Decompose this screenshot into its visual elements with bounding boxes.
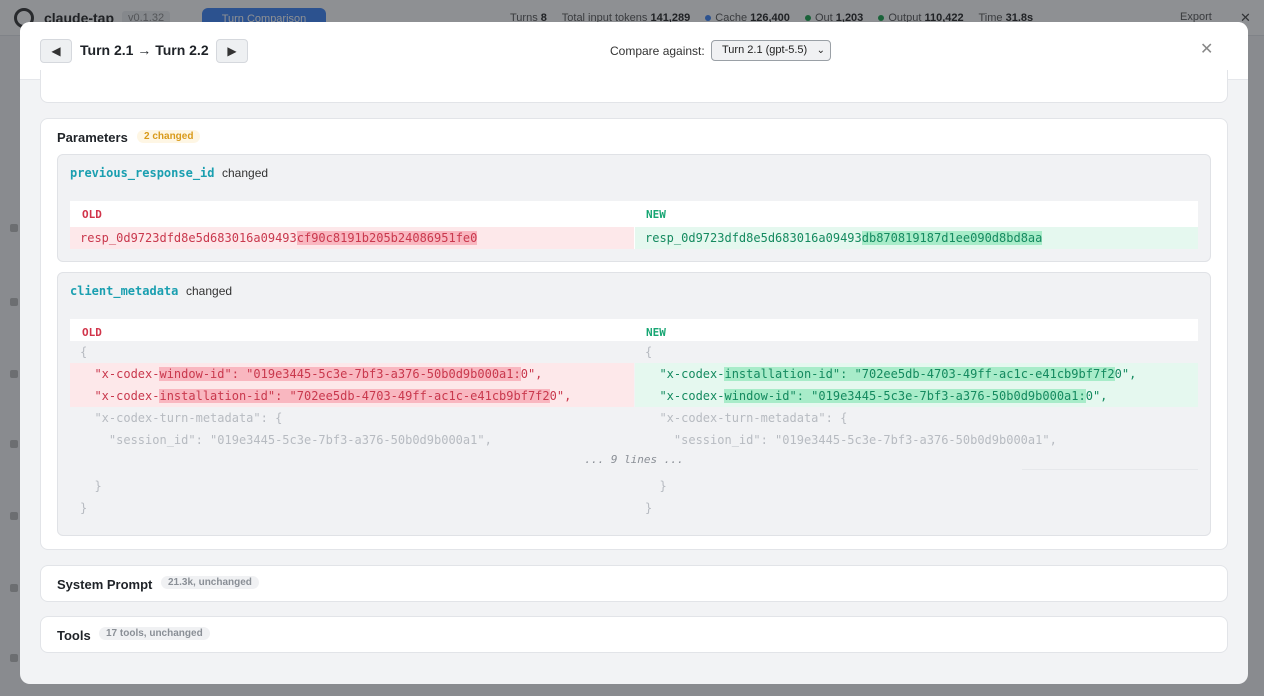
param-status: changed <box>222 166 269 180</box>
new-value-changed: db870819187d1ee090d8bd8aa <box>861 231 1043 245</box>
compare-against-label: Compare against: <box>610 44 705 58</box>
system-prompt-title[interactable]: System Prompt <box>57 577 152 592</box>
tools-badge: 17 tools, unchanged <box>99 627 210 640</box>
new-column-header: NEW <box>646 208 666 221</box>
param-status: changed <box>186 284 233 298</box>
param-name: client_metadata <box>70 284 179 298</box>
tools-title[interactable]: Tools <box>57 628 91 643</box>
close-modal-button[interactable]: ✕ <box>1200 39 1213 59</box>
modal-body[interactable]: Parameters 2 changed previous_response_i… <box>20 70 1248 684</box>
new-column-header: NEW <box>646 326 666 339</box>
diff-table-header: OLD NEW <box>70 319 1198 341</box>
diff-text: 0", <box>520 367 543 381</box>
diff-line-removed: "x-codex-window-id": "019e3445-5c3e-7bf3… <box>70 363 634 385</box>
diff-table: OLD NEW resp_0d9723dfd8e5d683016a09493cf… <box>70 201 1198 249</box>
old-value-prefix: resp_0d9723dfd8e5d683016a09493 <box>80 231 297 245</box>
old-column-header: OLD <box>82 208 102 221</box>
old-column-header: OLD <box>82 326 102 339</box>
diff-line: } <box>645 501 653 515</box>
collapsed-lines-toggle[interactable]: ... 9 lines ... <box>70 453 1198 466</box>
diff-line: "session_id": "019e3445-5c3e-7bf3-a376-5… <box>645 433 1057 447</box>
diff-line: "session_id": "019e3445-5c3e-7bf3-a376-5… <box>80 433 492 447</box>
diff-line: { <box>80 345 88 359</box>
diff-text: "x-codex- <box>645 367 725 381</box>
turn-comparison-title: Turn 2.1 → Turn 2.2 <box>80 42 209 58</box>
diff-text: 0", <box>1085 389 1108 403</box>
divider <box>1022 469 1198 470</box>
next-turn-button[interactable]: ▶ <box>216 39 248 63</box>
diff-line-removed: "x-codex-installation-id": "702ee5db-470… <box>70 385 634 407</box>
diff-highlight: window-id": "019e3445-5c3e-7bf3-a376-50b… <box>159 367 521 381</box>
system-prompt-badge: 21.3k, unchanged <box>161 576 259 589</box>
chevron-down-icon: ⌄ <box>816 45 825 56</box>
previous-turn-button[interactable]: ◀ <box>40 39 72 63</box>
diff-line: "x-codex-turn-metadata": { <box>645 411 848 425</box>
param-client-metadata: client_metadata changed OLD NEW { "x-cod… <box>57 272 1211 536</box>
new-value-prefix: resp_0d9723dfd8e5d683016a09493 <box>645 231 862 245</box>
diff-text: "x-codex- <box>80 367 160 381</box>
new-value: resp_0d9723dfd8e5d683016a09493db87081918… <box>635 227 1198 249</box>
diff-line: } <box>80 501 88 515</box>
diff-line: "x-codex-turn-metadata": { <box>80 411 283 425</box>
compare-against-select[interactable]: Turn 2.1 (gpt-5.5) ⌄ <box>711 40 831 61</box>
diff-line: } <box>80 479 102 493</box>
diff-line: { <box>645 345 653 359</box>
diff-line-added: "x-codex-installation-id": "702ee5db-470… <box>635 363 1198 385</box>
diff-highlight: window-id": "019e3445-5c3e-7bf3-a376-50b… <box>724 389 1086 403</box>
old-value: resp_0d9723dfd8e5d683016a09493cf90c8191b… <box>70 227 634 249</box>
old-value-changed: cf90c8191b205b24086951fe0 <box>296 231 478 245</box>
diff-line-added: "x-codex-window-id": "019e3445-5c3e-7bf3… <box>635 385 1198 407</box>
diff-text: 0", <box>549 389 572 403</box>
param-previous-response-id: previous_response_id changed OLD NEW res… <box>57 154 1211 262</box>
diff-text: "x-codex- <box>80 389 160 403</box>
diff-text: 0", <box>1114 367 1137 381</box>
json-diff: { "x-codex-window-id": "019e3445-5c3e-7b… <box>70 341 1198 525</box>
parameters-section: Parameters 2 changed previous_response_i… <box>40 118 1228 550</box>
system-prompt-section[interactable]: System Prompt 21.3k, unchanged <box>40 565 1228 602</box>
diff-highlight: installation-id": "702ee5db-4703-49ff-ac… <box>159 389 550 403</box>
parameters-title[interactable]: Parameters <box>57 130 128 145</box>
diff-highlight: installation-id": "702ee5db-4703-49ff-ac… <box>724 367 1115 381</box>
previous-section-card <box>40 70 1228 103</box>
compare-selected-value: Turn 2.1 (gpt-5.5) <box>722 44 808 56</box>
param-name: previous_response_id <box>70 166 215 180</box>
tools-section[interactable]: Tools 17 tools, unchanged <box>40 616 1228 653</box>
diff-text: "x-codex- <box>645 389 725 403</box>
changed-count-badge: 2 changed <box>137 130 201 143</box>
diff-line: } <box>645 479 667 493</box>
turn-diff-modal: ◀ Turn 2.1 → Turn 2.2 ▶ Compare against:… <box>20 22 1248 684</box>
